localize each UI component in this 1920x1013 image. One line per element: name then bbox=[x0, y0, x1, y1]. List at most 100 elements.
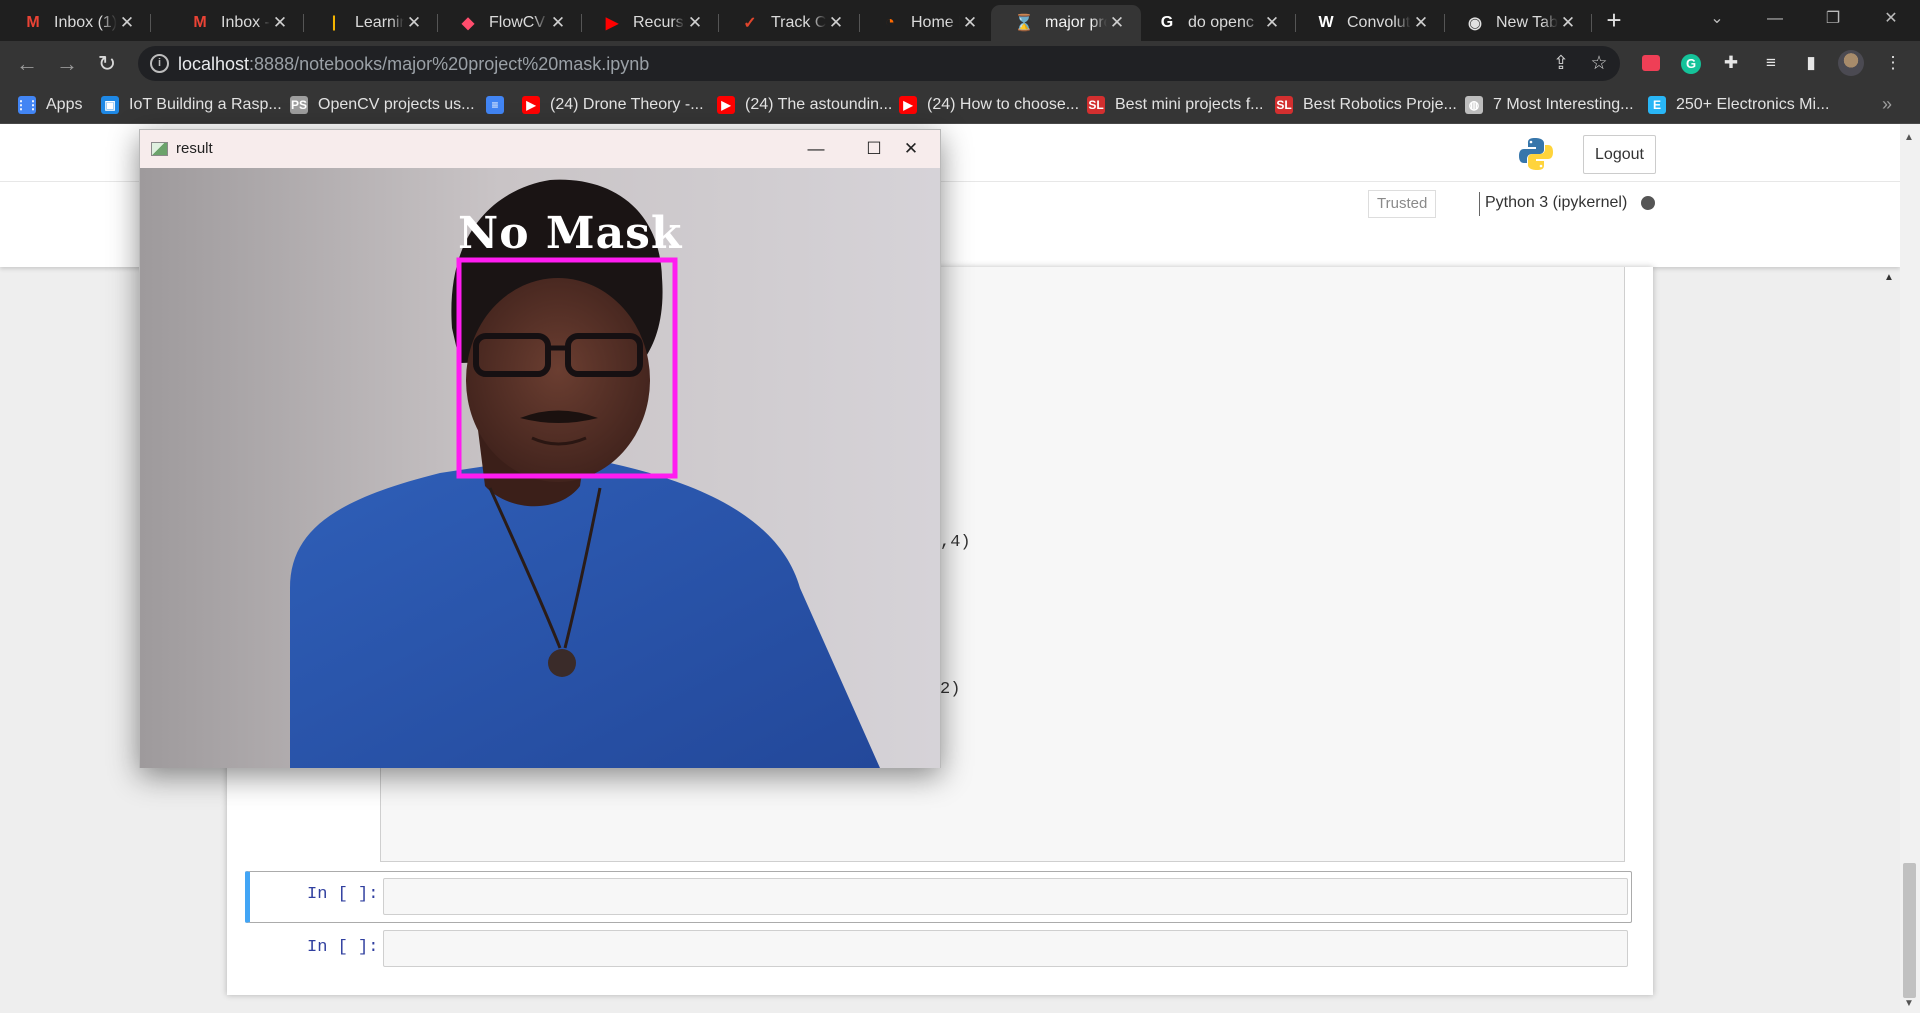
bookmark-item[interactable]: ◍ 7 Most Interesting... bbox=[1465, 94, 1634, 116]
browser-tab[interactable]: ◆ FlowCV ✕ bbox=[435, 5, 582, 41]
bookmarks-overflow-icon[interactable]: » bbox=[1882, 94, 1892, 115]
tab-close-icon[interactable]: ✕ bbox=[1411, 13, 1431, 33]
tab-search-icon[interactable]: ⌄ bbox=[1694, 0, 1740, 38]
bookmark-item[interactable]: SL Best Robotics Proje... bbox=[1275, 94, 1457, 116]
code-cell-editor[interactable] bbox=[383, 878, 1628, 915]
wikipedia-icon: W bbox=[1318, 14, 1334, 31]
window-titlebar[interactable]: result — ☐ ✕ bbox=[140, 130, 940, 168]
side-panel-icon[interactable]: ▮ bbox=[1798, 50, 1824, 76]
input-prompt: In [ ]: bbox=[307, 885, 379, 904]
scroll-up-arrow-icon[interactable]: ▲ bbox=[1884, 272, 1894, 283]
opencv-result-window[interactable]: result — ☐ ✕ No Mask bbox=[139, 129, 941, 768]
browser-tab[interactable]: | Learning✕ bbox=[301, 5, 438, 41]
tab-separator bbox=[150, 14, 151, 32]
tab-title: New Tab bbox=[1496, 14, 1558, 31]
kernel-name[interactable]: Python 3 (ipykernel) bbox=[1485, 194, 1627, 212]
site-info-icon[interactable]: i bbox=[150, 54, 169, 73]
tab-title: Inbox (1) bbox=[54, 14, 117, 31]
extensions-puzzle-icon[interactable]: ✚ bbox=[1718, 50, 1744, 76]
scrollbar-thumb[interactable] bbox=[1903, 863, 1916, 998]
scroll-up-icon[interactable]: ▲ bbox=[1904, 132, 1914, 143]
jupyter-icon: ⌛ bbox=[1014, 15, 1034, 32]
restore-icon[interactable]: ❐ bbox=[1810, 0, 1856, 38]
webcam-image: No Mask bbox=[140, 168, 940, 768]
bookmark-item[interactable]: SL Best mini projects f... bbox=[1087, 94, 1264, 116]
youtube-icon: ▶ bbox=[522, 96, 540, 114]
bookmark-item[interactable]: ▶ (24) Drone Theory -... bbox=[522, 94, 704, 116]
media-control-icon[interactable]: ≡ bbox=[1758, 50, 1784, 76]
tab-close-icon[interactable]: ✕ bbox=[1262, 13, 1282, 33]
tab-close-icon[interactable]: ✕ bbox=[826, 13, 846, 33]
browser-tab[interactable]: M Inbox (1) ✕ bbox=[0, 5, 151, 41]
browser-tab[interactable]: ◔ Home Pa✕ bbox=[857, 5, 994, 41]
tab-title: FlowCV bbox=[489, 14, 546, 31]
browser-tab[interactable]: Gdo openc ✕ bbox=[1134, 5, 1296, 41]
address-url[interactable]: localhost:8888/notebooks/major%20project… bbox=[178, 54, 649, 75]
tab-close-icon[interactable]: ✕ bbox=[685, 13, 705, 33]
address-bar[interactable]: i localhost:8888/notebooks/major%20proje… bbox=[138, 46, 1620, 81]
pocket-extension-icon[interactable] bbox=[1638, 50, 1664, 76]
tab-close-icon[interactable]: ✕ bbox=[270, 13, 290, 33]
sl-icon: SL bbox=[1275, 96, 1293, 114]
logout-button[interactable]: Logout bbox=[1583, 135, 1656, 174]
browser-tab[interactable]: ▶ Recursion✕ bbox=[579, 5, 719, 41]
share-icon[interactable]: ⇪ bbox=[1548, 51, 1574, 77]
tab-title: Recursion bbox=[633, 14, 685, 31]
youtube-icon: ▶ bbox=[717, 96, 735, 114]
python-logo-icon bbox=[1519, 138, 1553, 170]
youtube-icon: ▶ bbox=[605, 15, 619, 32]
reload-icon[interactable]: ↻ bbox=[90, 47, 124, 81]
browser-tab[interactable]: M Inbox - va✕ bbox=[167, 5, 304, 41]
minimize-icon[interactable]: — bbox=[1752, 0, 1798, 38]
tab-close-icon[interactable]: ✕ bbox=[960, 13, 980, 33]
globe-icon: ◍ bbox=[1465, 96, 1483, 114]
bookmark-label: (24) The astoundin... bbox=[745, 96, 893, 113]
bookmark-item[interactable]: E 250+ Electronics Mi... bbox=[1648, 94, 1829, 116]
code-cell-editor[interactable] bbox=[383, 930, 1628, 967]
circle-icon: ◔ bbox=[885, 14, 895, 31]
code-cell[interactable]: In [ ]: bbox=[245, 926, 1632, 972]
selected-code-cell[interactable]: In [ ]: bbox=[245, 871, 1632, 923]
forward-icon[interactable]: → bbox=[50, 47, 84, 81]
code-fragment: 2) bbox=[940, 680, 961, 699]
browser-menu-icon[interactable]: ⋮ bbox=[1880, 50, 1906, 76]
tab-title: major prc bbox=[1045, 14, 1107, 31]
opencv-icon: PS bbox=[290, 96, 308, 114]
tab-close-icon[interactable]: ✕ bbox=[404, 13, 424, 33]
electronics-icon: E bbox=[1648, 96, 1666, 114]
docs-icon: ≡ bbox=[486, 96, 504, 114]
tab-close-icon[interactable]: ✕ bbox=[117, 13, 137, 33]
bookmark-label: Best mini projects f... bbox=[1115, 96, 1264, 113]
grammarly-extension-icon[interactable]: G bbox=[1678, 50, 1704, 76]
bookmark-item[interactable]: ▶ (24) How to choose... bbox=[899, 94, 1079, 116]
bookmark-star-icon[interactable]: ☆ bbox=[1586, 51, 1612, 77]
browser-tab[interactable]: ◉ New Tab ✕ bbox=[1442, 5, 1592, 41]
profile-avatar[interactable] bbox=[1838, 50, 1864, 76]
bookmark-item[interactable]: ⋮⋮ Apps bbox=[15, 94, 82, 116]
tab-close-icon[interactable]: ✕ bbox=[1107, 13, 1127, 33]
gmail-icon: M bbox=[193, 14, 207, 31]
scroll-down-icon[interactable]: ▼ bbox=[1904, 998, 1914, 1009]
iot-icon: ▣ bbox=[101, 96, 119, 114]
browser-tab[interactable]: ✓ Track Cor✕ bbox=[717, 5, 860, 41]
trusted-indicator[interactable]: Trusted bbox=[1368, 190, 1437, 218]
bookmark-label: OpenCV projects us... bbox=[318, 96, 475, 113]
chrome-icon: ◉ bbox=[1468, 15, 1482, 32]
bookmark-item[interactable]: ≡ bbox=[486, 94, 514, 116]
close-icon[interactable]: ✕ bbox=[882, 130, 940, 168]
bookmark-item[interactable]: ▣ IoT Building a Rasp... bbox=[101, 94, 282, 116]
bookmark-item[interactable]: PS OpenCV projects us... bbox=[290, 94, 475, 116]
tab-close-icon[interactable]: ✕ bbox=[548, 13, 568, 33]
back-icon[interactable]: ← bbox=[10, 47, 44, 81]
browser-tab[interactable]: ⌛ major prc ✕ bbox=[991, 5, 1141, 41]
apps-grid-icon: ⋮⋮ bbox=[15, 96, 39, 114]
flowcv-icon: ◆ bbox=[461, 15, 475, 32]
tab-close-icon[interactable]: ✕ bbox=[1558, 13, 1578, 33]
track-icon: ✓ bbox=[743, 15, 757, 32]
new-tab-button[interactable]: + bbox=[1598, 5, 1630, 37]
window-close-icon[interactable]: ✕ bbox=[1868, 0, 1914, 38]
browser-tab[interactable]: W Convoluti ✕ bbox=[1293, 5, 1445, 41]
bookmark-item[interactable]: ▶ (24) The astoundin... bbox=[717, 94, 892, 116]
minimize-icon[interactable]: — bbox=[787, 130, 845, 168]
bookmark-label: IoT Building a Rasp... bbox=[129, 96, 282, 113]
